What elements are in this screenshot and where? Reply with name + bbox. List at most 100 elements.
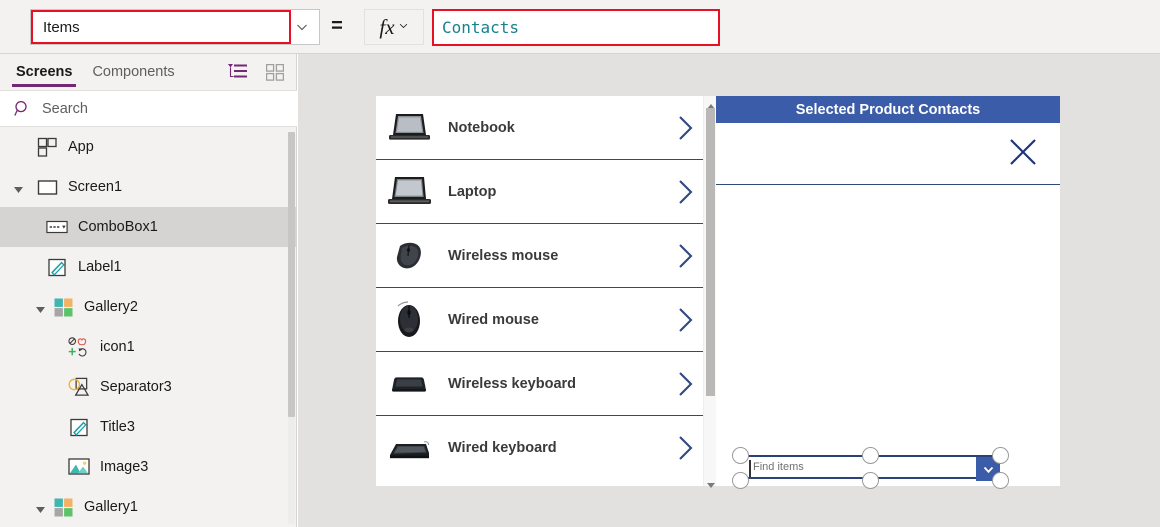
left-sidebar: Screens Components Search App Screen1 Co… — [0, 54, 297, 527]
combobox-placeholder: Find items — [753, 461, 804, 473]
app-icon — [36, 136, 58, 158]
product-gallery: Notebook Laptop Wireless mouse Wired mou… — [376, 96, 711, 486]
gallery-item[interactable]: Notebook — [376, 96, 711, 160]
tree-item-icon1[interactable]: icon1 — [0, 327, 297, 367]
tree-item-screen1[interactable]: Screen1 — [0, 167, 297, 207]
gallery-item-label: Laptop — [448, 183, 497, 200]
caret-spacer — [14, 382, 24, 392]
search-input[interactable]: Search — [0, 90, 297, 127]
sidebar-scrollbar-thumb[interactable] — [288, 132, 295, 417]
sidebar-tabs: Screens Components — [0, 54, 297, 90]
icon-glyph-icon — [68, 336, 90, 358]
resize-handle-bottom-left[interactable] — [732, 472, 749, 489]
detail-panel: Selected Product Contacts — [716, 96, 1060, 486]
image-icon — [68, 456, 90, 478]
app-canvas: Notebook Laptop Wireless mouse Wired mou… — [298, 54, 1160, 527]
notebook-image — [382, 106, 436, 150]
tree-item-label1-label: Label1 — [78, 259, 122, 275]
scroll-up-icon[interactable] — [707, 98, 715, 109]
caret-spacer — [14, 342, 24, 352]
caret-expanded-icon[interactable] — [36, 302, 46, 313]
grid-view-icon[interactable] — [265, 63, 285, 81]
gallery-item[interactable]: Wired keyboard — [376, 416, 711, 480]
tree-item-combobox1-label: ComboBox1 — [78, 219, 158, 235]
search-icon — [14, 100, 31, 117]
tab-screens[interactable]: Screens — [12, 54, 77, 90]
tree-item-label1[interactable]: Label1 — [0, 247, 297, 287]
gallery-item-label: Wired mouse — [448, 311, 539, 328]
chevron-right-icon[interactable] — [677, 307, 695, 333]
gallery-item[interactable]: Laptop — [376, 160, 711, 224]
formula-bar: Items = fx Contacts — [0, 0, 1160, 54]
equals-sign: = — [331, 15, 343, 37]
tree-item-separator3[interactable]: Separator3 — [0, 367, 297, 407]
tree-item-combobox1[interactable]: ComboBox1 — [0, 207, 297, 247]
wireless-keyboard-image — [382, 362, 436, 406]
sidebar-scrollbar[interactable] — [288, 132, 295, 524]
close-icon[interactable] — [1008, 137, 1038, 167]
tree-item-gallery2[interactable]: Gallery2 — [0, 287, 297, 327]
gallery-item[interactable]: Wireless mouse — [376, 224, 711, 288]
gallery-item-label: Wireless keyboard — [448, 375, 577, 392]
label-icon — [46, 256, 68, 278]
formula-input[interactable]: Contacts — [432, 9, 720, 46]
tree-item-image3-label: Image3 — [100, 459, 149, 475]
tab-screens-label: Screens — [16, 64, 73, 80]
gallery-scrollbar[interactable] — [703, 96, 716, 488]
wired-mouse-image — [382, 298, 436, 342]
wired-keyboard-image — [382, 426, 436, 470]
gallery-item[interactable]: Wireless keyboard — [376, 352, 711, 416]
gallery-icon — [52, 296, 74, 318]
caret-spacer — [14, 462, 24, 472]
chevron-right-icon[interactable] — [677, 179, 695, 205]
caret-spacer — [14, 262, 24, 272]
chevron-down-icon[interactable] — [294, 19, 310, 35]
resize-handle-bottom-center[interactable] — [862, 472, 879, 489]
caret-spacer — [14, 222, 24, 232]
caret-expanded-icon[interactable] — [14, 182, 24, 193]
detail-panel-title: Selected Product Contacts — [795, 101, 981, 118]
label-icon — [68, 416, 90, 438]
gallery-item-label: Notebook — [448, 119, 515, 136]
laptop-image — [382, 170, 436, 214]
resize-handle-top-right[interactable] — [992, 447, 1009, 464]
chevron-right-icon[interactable] — [677, 435, 695, 461]
wireless-mouse-image — [382, 234, 436, 278]
screen-icon — [36, 176, 58, 198]
chevron-right-icon[interactable] — [677, 243, 695, 269]
fx-icon: fx — [379, 14, 395, 39]
detail-panel-toolbar — [716, 123, 1060, 185]
tree-item-screen1-label: Screen1 — [68, 179, 123, 195]
caret-expanded-icon[interactable] — [36, 502, 46, 513]
caret-spacer — [14, 422, 24, 432]
text-cursor — [749, 460, 751, 477]
screens-tree: App Screen1 ComboBox1 Label1 Gallery2 ic… — [0, 127, 297, 527]
chevron-right-icon[interactable] — [677, 371, 695, 397]
combobox-icon — [46, 216, 68, 238]
tree-item-gallery1-label: Gallery1 — [84, 499, 138, 515]
gallery-item[interactable]: Wired mouse — [376, 288, 711, 352]
chevron-down-icon — [398, 18, 409, 36]
resize-handle-top-center[interactable] — [862, 447, 879, 464]
gallery-item-label: Wireless mouse — [448, 247, 559, 264]
tab-components-label: Components — [92, 64, 175, 80]
formula-value: Contacts — [442, 18, 520, 37]
fx-button[interactable]: fx — [364, 9, 424, 45]
tree-item-app-label: App — [68, 139, 94, 155]
resize-handle-bottom-right[interactable] — [992, 472, 1009, 489]
search-placeholder: Search — [42, 100, 88, 117]
combobox-selection: Find items — [730, 444, 1010, 490]
tree-item-title3[interactable]: Title3 — [0, 407, 297, 447]
chevron-right-icon[interactable] — [677, 115, 695, 141]
gallery-scrollbar-thumb[interactable] — [706, 108, 715, 396]
scroll-down-icon[interactable] — [707, 476, 715, 488]
resize-handle-top-left[interactable] — [732, 447, 749, 464]
tree-item-image3[interactable]: Image3 — [0, 447, 297, 487]
tree-item-gallery1[interactable]: Gallery1 — [0, 487, 297, 527]
tree-item-icon1-label: icon1 — [100, 339, 135, 355]
tree-item-title3-label: Title3 — [100, 419, 135, 435]
property-selector-field[interactable]: Items — [31, 10, 291, 44]
tab-components[interactable]: Components — [88, 54, 178, 90]
tree-item-app[interactable]: App — [0, 127, 297, 167]
tree-view-icon[interactable] — [228, 63, 248, 81]
